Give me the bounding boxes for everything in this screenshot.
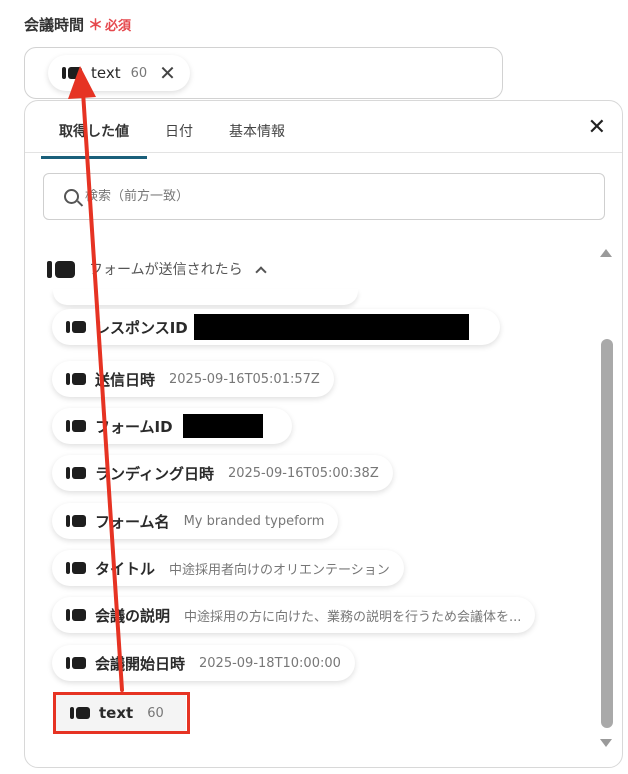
search-box[interactable] [43, 173, 605, 220]
item-value: 中途採用者向けのオリエンテーション [169, 562, 390, 578]
scroll-up-icon[interactable] [600, 249, 612, 257]
field-label-text: 会議時間 [24, 16, 85, 34]
group-title: フォームが送信されたら [89, 262, 243, 278]
close-icon[interactable]: ✕ [588, 117, 606, 139]
item-value: 2025-09-18T10:00:00 [199, 655, 341, 671]
item-name: タイトル [95, 559, 156, 578]
variable-icon [66, 467, 86, 479]
required-badge: ＊必須 [88, 16, 132, 34]
annotation-highlight [53, 692, 190, 734]
list-item-form-id[interactable]: フォームID [52, 408, 292, 444]
item-name: 送信日時 [95, 370, 156, 389]
list-item-landed-at[interactable]: ランディング日時 2025-09-16T05:00:38Z [52, 455, 393, 491]
variable-icon [66, 609, 86, 621]
item-value: 2025-09-16T05:00:38Z [227, 465, 379, 481]
variable-icon [66, 562, 86, 574]
tab-basic-info[interactable]: 基本情報 [211, 115, 303, 155]
list-item-title[interactable]: タイトル 中途採用者向けのオリエンテーション [52, 550, 404, 586]
list-item-response-id[interactable]: レスポンスID [52, 309, 500, 345]
item-name: 会議開始日時 [95, 654, 186, 673]
chip-value: 60 [130, 65, 148, 81]
redacted-value [182, 414, 263, 438]
variable-icon [66, 373, 86, 385]
chip-name: text [91, 64, 121, 82]
list-item-submitted-at[interactable]: 送信日時 2025-09-16T05:01:57Z [52, 361, 334, 397]
item-name: フォームID [95, 417, 173, 436]
chevron-up-icon[interactable] [254, 265, 267, 278]
list-item-form-name[interactable]: フォーム名 My branded typeform [52, 503, 339, 539]
variable-icon [66, 515, 86, 527]
selected-variable-chip[interactable]: text 60 ✕ [48, 55, 190, 91]
item-name: フォーム名 [95, 512, 170, 531]
tab-date[interactable]: 日付 [147, 115, 211, 155]
tab-bar: 取得した値 日付 基本情報 [41, 115, 303, 159]
item-name: ランディング日時 [95, 464, 214, 483]
item-value: 中途採用の方に向けた、業務の説明を行うため会議体を... [184, 609, 522, 625]
variable-icon [66, 321, 86, 333]
group-header[interactable]: フォームが送信されたら [47, 259, 267, 279]
tab-divider [25, 152, 622, 153]
scrollbar-thumb[interactable] [601, 339, 613, 728]
variable-icon [66, 420, 86, 432]
scroll-down-icon[interactable] [600, 739, 612, 747]
item-name: 会議の説明 [95, 606, 171, 625]
search-input[interactable] [85, 189, 565, 204]
redacted-value [193, 314, 469, 340]
variable-icon [62, 67, 82, 79]
search-icon [64, 189, 79, 204]
list-item-meeting-start[interactable]: 会議開始日時 2025-09-18T10:00:00 [52, 645, 355, 681]
tab-retrieved-values[interactable]: 取得した値 [41, 115, 147, 159]
list-item-partial [53, 289, 358, 305]
list-item-meeting-description[interactable]: 会議の説明 中途採用の方に向けた、業務の説明を行うため会議体を... [52, 597, 536, 633]
close-icon[interactable]: ✕ [159, 63, 176, 83]
variable-icon [66, 657, 86, 669]
item-value: 2025-09-16T05:01:57Z [169, 371, 320, 387]
field-label: 会議時間 ＊必須 [24, 14, 131, 35]
item-name: レスポンスID [95, 318, 188, 337]
item-value: My branded typeform [183, 513, 325, 529]
variable-icon [47, 260, 75, 278]
